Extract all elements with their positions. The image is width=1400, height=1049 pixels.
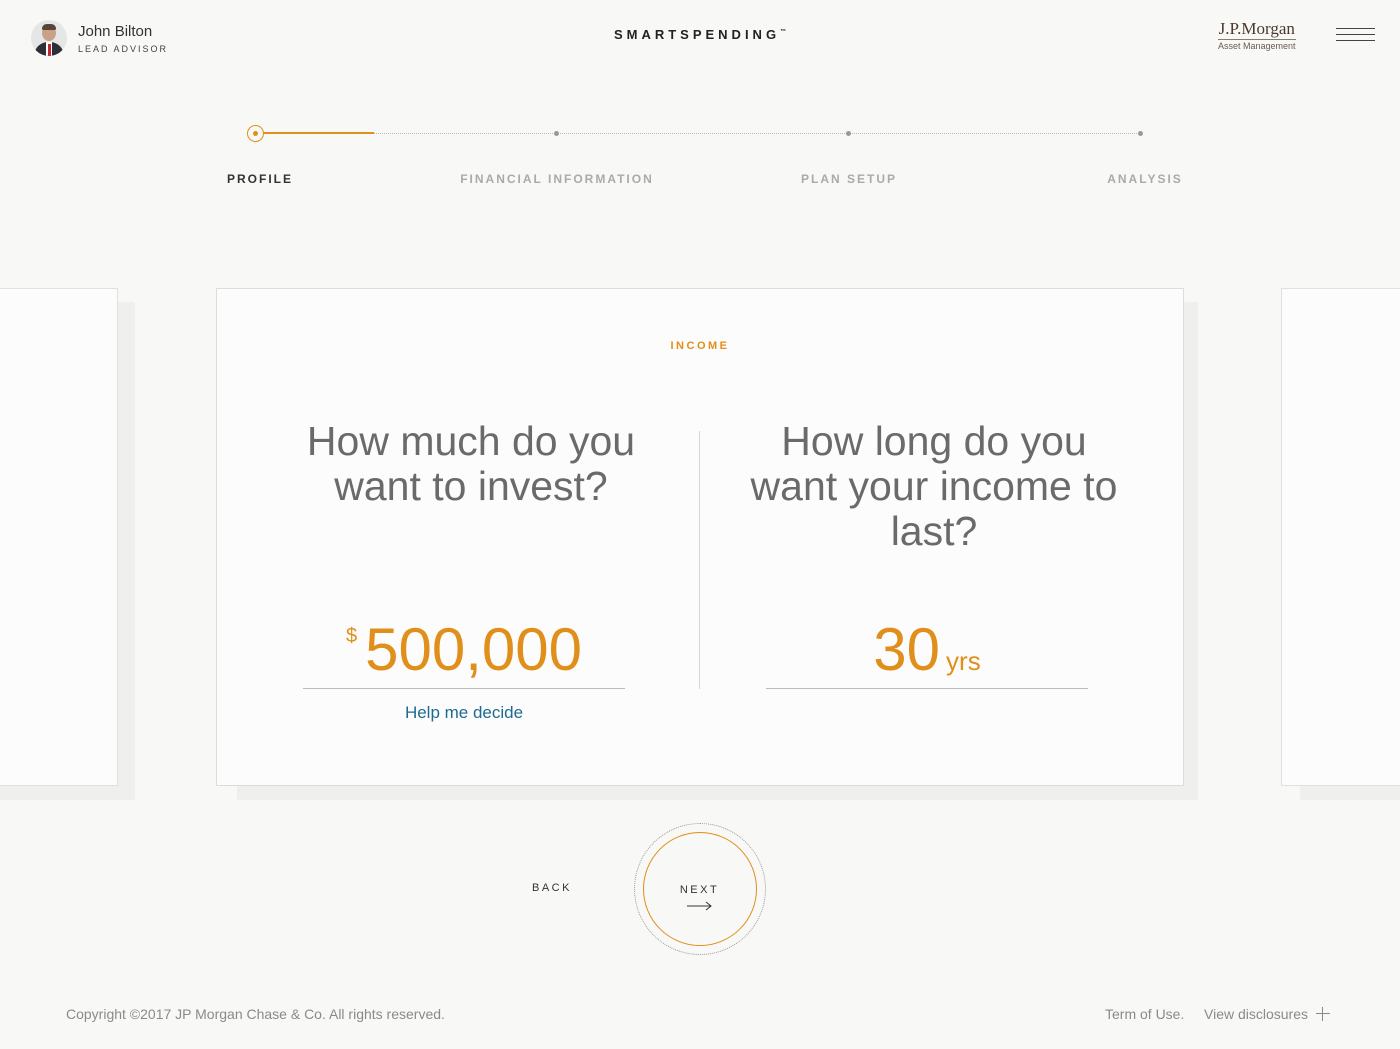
step-label-analysis[interactable]: ANALYSIS (1107, 172, 1183, 186)
plus-icon (1316, 1007, 1331, 1021)
step-label-financial-information[interactable]: FINANCIAL INFORMATION (460, 172, 654, 186)
duration-unit: yrs (946, 646, 981, 676)
card-shadow (237, 786, 1198, 800)
next-card[interactable] (1281, 288, 1400, 786)
next-button[interactable]: NEXT (643, 832, 757, 946)
arrow-right-icon (687, 901, 712, 911)
view-disclosures-link[interactable]: View disclosures (1204, 1006, 1331, 1022)
step-label-plan-setup[interactable]: PLAN SETUP (801, 172, 897, 186)
trademark-symbol: ™ (780, 29, 787, 35)
disclosures-label: View disclosures (1204, 1006, 1309, 1022)
step-marker-analysis[interactable] (1138, 131, 1143, 136)
step-marker-financial-information[interactable] (554, 131, 559, 136)
next-label: NEXT (679, 884, 720, 896)
back-button[interactable]: BACK (532, 882, 572, 894)
jpmorgan-logo: J.P.Morgan Asset Management (1218, 19, 1296, 51)
app-title: SMARTSPENDING™ (613, 27, 787, 42)
previous-card[interactable] (0, 288, 118, 786)
step-label-profile[interactable]: PROFILE (227, 172, 293, 186)
advisor-role: LEAD ADVISOR (78, 43, 169, 54)
column-divider (699, 431, 700, 689)
step-marker-plan-setup[interactable] (846, 131, 851, 136)
card-shadow (0, 786, 135, 800)
step-marker-profile[interactable] (247, 125, 264, 142)
invest-question-column: How much do you want to invest? (281, 419, 661, 509)
invest-amount-input[interactable]: $500,000 (303, 611, 625, 689)
stepper-progress (263, 132, 374, 134)
stepper-track (263, 133, 1143, 134)
card-shadow (1184, 302, 1198, 800)
menu-icon[interactable] (1336, 28, 1375, 42)
duration-question: How long do you want your income to last… (750, 418, 1118, 554)
invest-question: How much do you want to invest? (306, 418, 636, 509)
income-card: INCOME How much do you want to invest? H… (216, 288, 1184, 786)
card-shadow (118, 302, 135, 800)
section-label: INCOME (670, 340, 730, 352)
duration-value: 30 (873, 616, 941, 683)
copyright-text: Copyright ©2017 JP Morgan Chase & Co. Al… (66, 1006, 445, 1022)
card-shadow (1300, 786, 1400, 800)
help-me-decide-link[interactable]: Help me decide (303, 703, 625, 723)
currency-symbol: $ (345, 625, 358, 647)
invest-amount-value: 500,000 (365, 616, 582, 683)
terms-of-use-link[interactable]: Term of Use. (1105, 1006, 1184, 1022)
duration-question-column: How long do you want your income to last… (744, 419, 1124, 554)
progress-stepper: PROFILE FINANCIAL INFORMATION PLAN SETUP… (0, 120, 1400, 200)
duration-input[interactable]: 30 yrs (766, 611, 1088, 689)
